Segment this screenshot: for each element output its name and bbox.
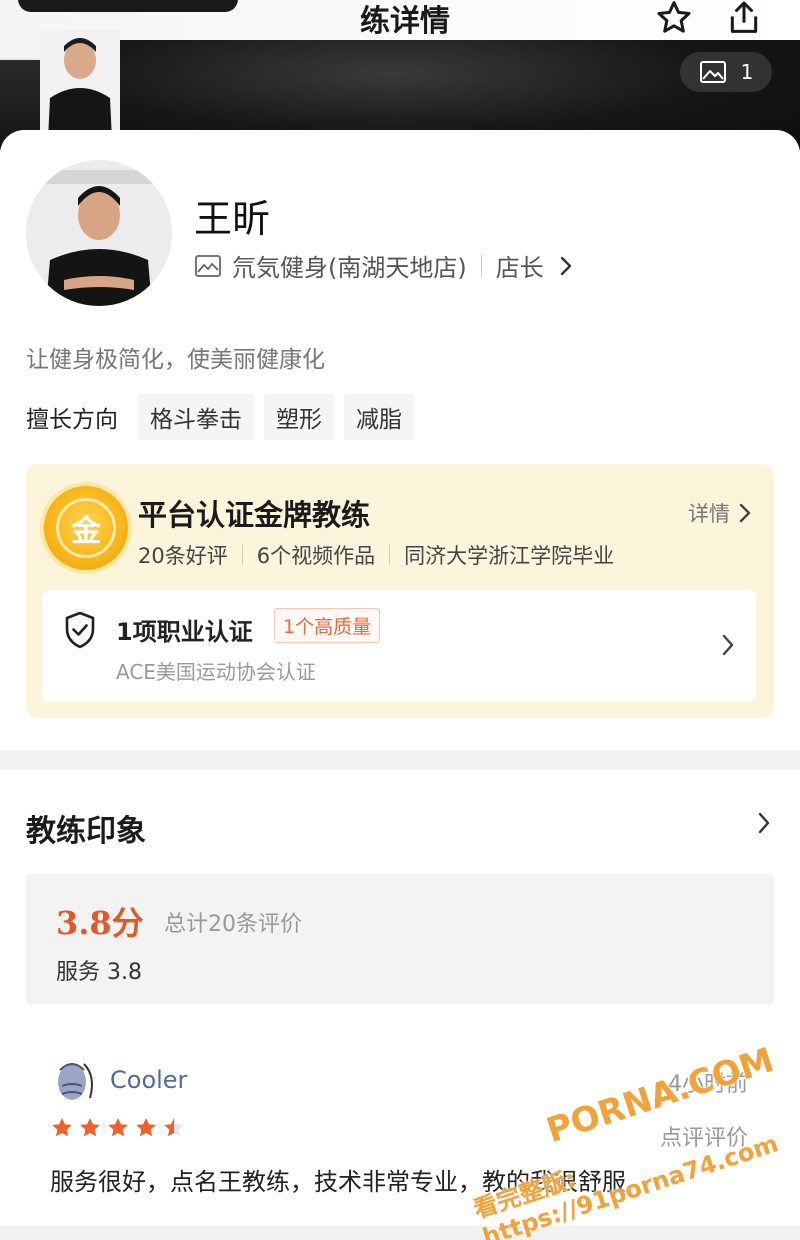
review-type: 点评评价: [659, 1126, 748, 1151]
share-icon: [730, 1, 758, 33]
gold-medal-char: 金: [56, 498, 116, 558]
rating-total: 总计20条评价: [164, 912, 302, 937]
star-icon: [108, 1118, 128, 1137]
review-time: 4小时前: [668, 1072, 748, 1097]
back-bar[interactable]: [18, 0, 238, 12]
coach-impressions-card: 教练印象 3.8分 总计20条评价 服务 3.8 Cooler 4小时前 点评评…: [0, 770, 800, 1226]
star-icon: [80, 1118, 100, 1137]
skill-tag: 格斗拳击: [138, 394, 254, 440]
page-title: 练详情: [360, 4, 450, 39]
divider: [241, 545, 243, 565]
hero-banner[interactable]: 练详情 1: [0, 0, 800, 150]
star-icon: [657, 1, 691, 33]
coach-name: 王昕: [194, 197, 271, 241]
review-star-rating: [50, 1116, 186, 1140]
coach-role: 店长: [495, 254, 544, 282]
certification-stats: 20条好评 6个视频作品 同济大学浙江学院毕业: [138, 540, 614, 570]
star-icon: [52, 1118, 72, 1137]
store-name: 氘気健身(南湖天地店): [232, 254, 467, 282]
chevron-right-icon: [722, 634, 734, 656]
skill-tag: 减脂: [344, 394, 414, 440]
stat-education: 同济大学浙江学院毕业: [404, 544, 615, 568]
image-icon: [699, 61, 726, 83]
divider: [480, 254, 482, 277]
impressions-title: 教练印象: [26, 814, 146, 849]
skill-tag: 塑形: [264, 394, 334, 440]
rating-service: 服务 3.8: [56, 960, 142, 985]
stat-reviews: 20条好评: [138, 544, 228, 568]
share-button[interactable]: [722, 0, 766, 40]
store-icon: [194, 253, 222, 279]
divider: [389, 545, 391, 565]
reviewer-avatar[interactable]: [50, 1056, 100, 1106]
chevron-right-icon[interactable]: [756, 810, 772, 836]
coach-slogan: 让健身极简化，使美丽健康化: [26, 347, 325, 373]
hero-person-photo: [40, 30, 120, 140]
rating-summary: 3.8分 总计20条评价 服务 3.8: [26, 874, 774, 1004]
photo-count: 1: [740, 60, 754, 84]
stat-videos: 6个视频作品: [256, 544, 376, 568]
store-link[interactable]: 氘気健身(南湖天地店) 店长: [194, 248, 574, 283]
certification-title: 平台认证金牌教练: [138, 498, 371, 532]
professional-certification-card[interactable]: 1项职业认证 1个高质量 ACE美国运动协会认证: [42, 590, 756, 702]
rating-score: 3.8分: [56, 904, 144, 942]
chevron-right-icon: [558, 254, 574, 278]
coach-profile-card: 王昕 氘気健身(南湖天地店) 店长 让健身极简化，使美丽健康化 擅长方向 格斗拳…: [0, 130, 800, 750]
qualification-subtitle: ACE美国运动协会认证: [116, 660, 316, 684]
coach-avatar[interactable]: [26, 160, 172, 306]
quality-badge: 1个高质量: [274, 608, 381, 643]
skills-label: 擅长方向: [26, 407, 118, 433]
certification-detail-link[interactable]: 详情: [688, 498, 752, 528]
favorite-button[interactable]: [652, 0, 696, 40]
photo-count-badge[interactable]: 1: [680, 52, 772, 92]
star-icon: [164, 1118, 184, 1137]
gold-coach-certification: 金 平台认证金牌教练 详情 20条好评 6个视频作品 同济大学浙江学院毕业 1项…: [26, 464, 774, 718]
star-icon: [136, 1118, 156, 1137]
shield-check-icon: [65, 611, 95, 649]
detail-label: 详情: [688, 502, 730, 526]
review-text: 服务很好，点名王教练，技术非常专业，教的我很舒服: [50, 1168, 626, 1196]
chevron-right-icon: [739, 503, 751, 523]
qualification-title: 1项职业认证: [116, 618, 253, 646]
skills-row: 擅长方向 格斗拳击 塑形 减脂: [26, 394, 424, 440]
gold-medal-icon: 金: [44, 486, 128, 570]
reviewer-name[interactable]: Cooler: [110, 1066, 187, 1094]
